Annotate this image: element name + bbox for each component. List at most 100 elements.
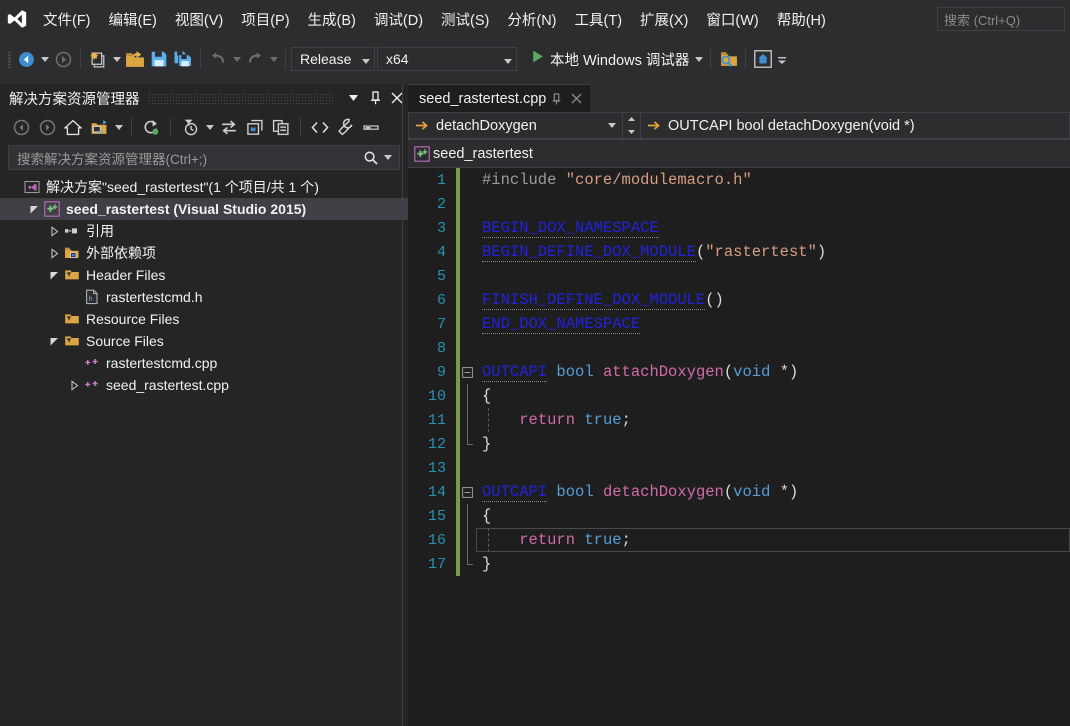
se-switch-views-icon[interactable] xyxy=(86,115,112,139)
spinner-down-icon[interactable] xyxy=(623,126,640,139)
start-debugging-button[interactable]: 本地 Windows 调试器 xyxy=(527,46,692,72)
menu-test[interactable]: 测试(S) xyxy=(432,0,498,38)
tab-pin-icon[interactable] xyxy=(546,88,566,110)
code-line[interactable]: 14 OUTCAPI bool detachDoxygen(void *) xyxy=(408,480,1070,504)
navigate-forward-button[interactable] xyxy=(51,46,75,72)
se-pending-changes-filter-icon[interactable] xyxy=(177,115,203,139)
toolbar-overflow-icon[interactable] xyxy=(775,53,788,65)
code-line[interactable]: 17} xyxy=(408,552,1070,576)
code-line[interactable]: 10 { xyxy=(408,384,1070,408)
menu-file[interactable]: 文件(F) xyxy=(34,0,100,38)
menu-extensions[interactable]: 扩展(X) xyxy=(631,0,697,38)
fold-collapse-button[interactable] xyxy=(460,480,476,504)
navigate-back-button[interactable] xyxy=(14,46,38,72)
code-editor[interactable]: 1 #include "core/modulemacro.h" 2 3 BEGIN_DO… xyxy=(408,168,1070,726)
se-collapse-all-icon[interactable] xyxy=(268,115,294,139)
panel-drag-dots[interactable] xyxy=(147,92,334,104)
code-line[interactable]: 9 OUTCAPI bool attachDoxygen(void *) xyxy=(408,360,1070,384)
tree-item-source-files[interactable]: Source Files xyxy=(0,330,408,352)
spinner-up-icon[interactable] xyxy=(623,113,640,126)
redo-button[interactable] xyxy=(243,46,267,72)
code-line[interactable]: 16 return true; xyxy=(408,528,1070,552)
tree-item-solution[interactable]: 解决方案"seed_rastertest"(1 个项目/共 1 个) xyxy=(0,176,408,198)
se-properties-icon[interactable] xyxy=(333,115,359,139)
redo-dropdown[interactable] xyxy=(267,56,280,62)
new-project-button[interactable] xyxy=(86,46,110,72)
save-button[interactable] xyxy=(147,46,171,72)
new-project-dropdown[interactable] xyxy=(110,56,123,62)
code-line[interactable]: 12} xyxy=(408,432,1070,456)
editor-tab-seed-rastertest-cpp[interactable]: seed_rastertest.cpp xyxy=(408,84,591,112)
se-pending-changes-dropdown-icon[interactable] xyxy=(203,115,216,139)
menu-view[interactable]: 视图(V) xyxy=(166,0,232,38)
se-show-all-files-icon[interactable] xyxy=(242,115,268,139)
menu-help[interactable]: 帮助(H) xyxy=(768,0,835,38)
panel-pin-button[interactable] xyxy=(364,86,386,110)
menu-build[interactable]: 生成(B) xyxy=(299,0,365,38)
tree-item-external-dependencies[interactable]: 外部依赖项 xyxy=(0,242,408,264)
fold-collapse-button[interactable] xyxy=(460,360,476,384)
undo-dropdown[interactable] xyxy=(230,56,243,62)
code-line[interactable]: 6 FINISH_DEFINE_DOX_MODULE() xyxy=(408,288,1070,312)
se-back-icon[interactable] xyxy=(8,115,34,139)
code-line[interactable]: 2 xyxy=(408,192,1070,216)
panel-splitter[interactable] xyxy=(402,84,403,726)
expander-expanded-icon[interactable] xyxy=(46,264,62,286)
se-switch-views-dropdown-icon[interactable] xyxy=(112,115,125,139)
toolbar-grip[interactable] xyxy=(4,49,14,69)
menu-debug[interactable]: 调试(D) xyxy=(365,0,432,38)
code-line[interactable]: 11 return true; xyxy=(408,408,1070,432)
expander-collapsed-icon[interactable] xyxy=(46,242,62,264)
search-icon[interactable] xyxy=(363,150,379,166)
open-file-button[interactable] xyxy=(123,46,147,72)
se-forward-icon[interactable] xyxy=(34,115,60,139)
code-line[interactable]: 7 END_DOX_NAMESPACE xyxy=(408,312,1070,336)
code-line[interactable]: 13 xyxy=(408,456,1070,480)
tree-item-project[interactable]: seed_rastertest (Visual Studio 2015) xyxy=(0,198,408,220)
panel-close-button[interactable] xyxy=(386,86,408,110)
save-all-button[interactable] xyxy=(171,46,195,72)
se-view-code-icon[interactable] xyxy=(307,115,333,139)
tree-item-rastertestcmd-h[interactable]: h rastertestcmd.h xyxy=(0,286,408,308)
se-preview-icon[interactable] xyxy=(359,115,385,139)
se-sync-with-active-document-icon[interactable] xyxy=(216,115,242,139)
tree-item-seed-rastertest-cpp[interactable]: seed_rastertest.cpp xyxy=(0,374,408,396)
solution-configuration-combo[interactable]: Release xyxy=(291,47,375,71)
member-dropdown[interactable]: detachDoxygen xyxy=(408,112,623,139)
panel-dropdown-button[interactable] xyxy=(342,86,364,110)
expander-expanded-icon[interactable] xyxy=(46,330,62,352)
se-refresh-icon[interactable] xyxy=(138,115,164,139)
code-line[interactable]: 8 xyxy=(408,336,1070,360)
menu-tools[interactable]: 工具(T) xyxy=(566,0,632,38)
tree-item-header-files[interactable]: Header Files xyxy=(0,264,408,286)
search-dropdown-icon[interactable] xyxy=(379,155,397,160)
expander-expanded-icon[interactable] xyxy=(26,198,42,220)
code-line[interactable]: 4 BEGIN_DEFINE_DOX_MODULE("rastertest") xyxy=(408,240,1070,264)
tree-item-resource-files[interactable]: Resource Files xyxy=(0,308,408,330)
menu-analyze[interactable]: 分析(N) xyxy=(498,0,565,38)
expander-collapsed-icon[interactable] xyxy=(46,220,62,242)
code-line[interactable]: 15 { xyxy=(408,504,1070,528)
navigate-back-dropdown[interactable] xyxy=(38,56,51,62)
se-home-icon[interactable] xyxy=(60,115,86,139)
quick-launch-search[interactable]: 搜索 (Ctrl+Q) xyxy=(937,7,1065,31)
code-line[interactable]: 5 xyxy=(408,264,1070,288)
tab-close-icon[interactable] xyxy=(566,88,586,110)
find-in-files-icon[interactable] xyxy=(716,46,740,72)
signature-dropdown[interactable]: OUTCAPI bool detachDoxygen(void *) xyxy=(641,112,1070,139)
code-line[interactable]: 1 #include "core/modulemacro.h" xyxy=(408,168,1070,192)
menu-edit[interactable]: 编辑(E) xyxy=(100,0,166,38)
solution-platform-combo[interactable]: x64 xyxy=(377,47,517,71)
tree-item-references[interactable]: 引用 xyxy=(0,220,408,242)
tree-item-rastertestcmd-cpp[interactable]: rastertestcmd.cpp xyxy=(0,352,408,374)
navigation-spinner[interactable] xyxy=(623,112,641,139)
start-debugging-dropdown[interactable] xyxy=(692,56,705,62)
expander-placeholder xyxy=(66,352,82,374)
expander-collapsed-icon[interactable] xyxy=(66,374,82,396)
code-line[interactable]: 3 BEGIN_DOX_NAMESPACE xyxy=(408,216,1070,240)
solution-explorer-search-input[interactable]: 搜索解决方案资源管理器(Ctrl+;) xyxy=(8,145,400,170)
menu-window[interactable]: 窗口(W) xyxy=(697,0,767,38)
menu-project[interactable]: 项目(P) xyxy=(232,0,298,38)
undo-button[interactable] xyxy=(206,46,230,72)
live-share-icon[interactable] xyxy=(751,46,775,72)
